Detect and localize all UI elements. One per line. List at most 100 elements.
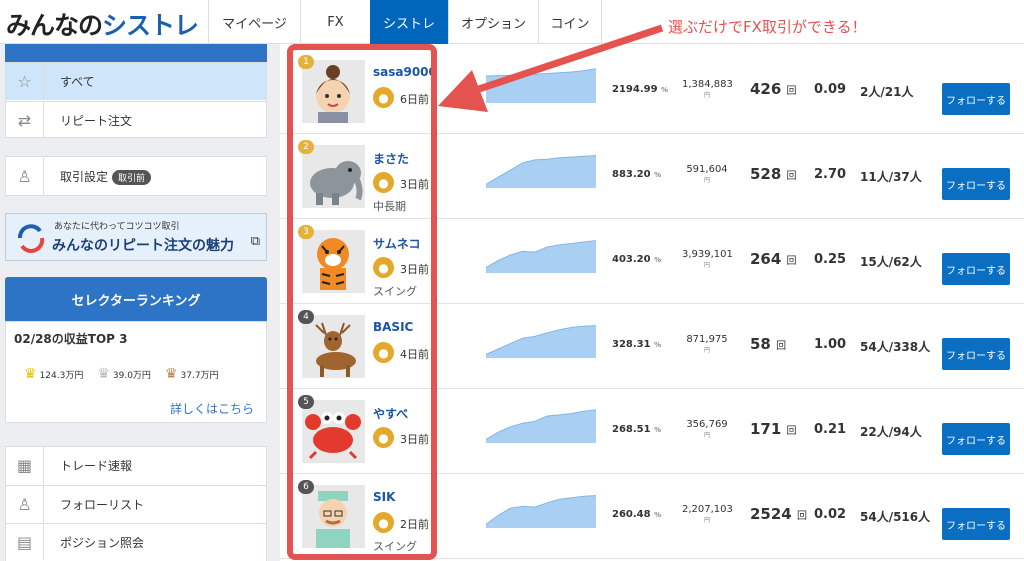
profit-rate: 268.51 % (612, 424, 661, 435)
profit-amount-unit: 円 (703, 92, 710, 99)
profit-rate-value: 268.51 (612, 424, 651, 435)
trade-count-value: 171 (750, 420, 782, 438)
person-icon: ♙ (6, 158, 44, 195)
profit-amount-value: 871,975 (686, 334, 728, 345)
profit-amount-unit: 円 (703, 177, 710, 184)
crown-amount: 124.3万円 (39, 371, 84, 381)
profit-amount: 871,975 円 (682, 334, 732, 354)
follower-count: 15人/62人 (860, 255, 922, 269)
trade-count: 171 回 (750, 420, 797, 438)
trade-count: 2524 回 (750, 505, 807, 523)
trade-count: 58 回 (750, 335, 786, 353)
ranking-panel: 02/28の収益TOP 3 ♛ 124.3万円 ♛ 39.0万円 ♛ 37.7万円 詳… (5, 321, 267, 423)
trade-count: 264 回 (750, 250, 797, 268)
trade-count-value: 528 (750, 165, 782, 183)
rank-badge: 1 (298, 55, 314, 69)
follow-button[interactable]: フォローする (942, 423, 1010, 455)
site-logo[interactable]: みんなのシストレ (6, 6, 199, 42)
follow-button[interactable]: フォローする (942, 508, 1010, 540)
profit-rate-value: 403.20 (612, 254, 651, 265)
tab-fx[interactable]: FX (300, 0, 370, 44)
risk-ratio: 0.02 (814, 507, 847, 522)
profit-rate-unit: % (654, 426, 662, 434)
profit-rate: 260.48 % (612, 509, 661, 520)
person-icon: ♙ (6, 486, 44, 522)
sidebar-item-follow-list[interactable]: ♙ フォローリスト (6, 485, 266, 522)
profit-rate-unit: % (654, 341, 662, 349)
banner-title: みんなのリピート注文の魅力 (52, 238, 234, 254)
sidebar-item-label: ポジション照会 (60, 535, 145, 550)
sidebar-item-label: すべて (60, 75, 95, 89)
sidebar-item-position[interactable]: ▤ ポジション照会 (6, 523, 266, 560)
profit-rate: 883.20 % (612, 169, 661, 180)
profit-sparkline (485, 237, 597, 273)
ranking-more-link[interactable]: 詳しくはこちら (170, 400, 254, 417)
profit-amount-value: 2,207,103 (682, 504, 733, 515)
settings-label: 取引設定 (60, 170, 109, 184)
follow-button[interactable]: フォローする (942, 168, 1010, 200)
risk-ratio: 1.00 (814, 337, 847, 352)
follower-count: 11人/37人 (860, 170, 922, 184)
ranking-subtitle: 02/28の収益TOP 3 (14, 332, 128, 346)
sidebar-menu-tools: ▦ トレード速報 ♙ フォローリスト ▤ ポジション照会 (5, 446, 267, 561)
profit-amount-unit: 円 (703, 432, 710, 439)
profit-rate-value: 883.20 (612, 169, 651, 180)
follow-button[interactable]: フォローする (942, 338, 1010, 370)
trade-count-value: 2524 (750, 505, 792, 523)
profit-rate-unit: % (654, 171, 662, 179)
sidebar-item-settings[interactable]: ♙ 取引設定 取引前 (5, 156, 267, 196)
crown-icon: ♛ (164, 366, 178, 382)
trade-count-unit: 回 (776, 341, 787, 352)
star-icon: ☆ (6, 63, 44, 100)
risk-ratio: 2.70 (814, 167, 847, 182)
risk-ratio: 0.21 (814, 422, 847, 437)
crown-bronze: ♛ 37.7万円 (165, 366, 219, 382)
rank-badge: 4 (298, 310, 314, 324)
refresh-logo-icon (18, 224, 45, 253)
crown-amount: 39.0万円 (112, 371, 151, 381)
trade-count-unit: 回 (786, 426, 797, 437)
sidebar-item-trade-news[interactable]: ▦ トレード速報 (6, 447, 266, 484)
repeat-order-banner[interactable]: あなたに代わってコツコツ取引 みんなのリピート注文の魅力 ⧉ (5, 213, 267, 261)
profit-sparkline (485, 407, 597, 443)
risk-ratio: 0.09 (814, 82, 847, 97)
trade-count-unit: 回 (786, 86, 797, 97)
logo-text: みんなの (6, 11, 103, 40)
sidebar-item-repeat[interactable]: ⇄ リピート注文 (6, 101, 266, 138)
annotation-text: 選ぶだけでFX取引ができる！ (668, 18, 867, 36)
trade-count-value: 426 (750, 80, 782, 98)
profit-amount: 1,384,883 円 (682, 79, 733, 99)
follower-count: 54人/516人 (860, 510, 931, 524)
profit-rate-unit: % (654, 256, 662, 264)
profit-rate-value: 260.48 (612, 509, 651, 520)
trade-count: 426 回 (750, 80, 797, 98)
profit-amount-value: 356,769 (686, 419, 728, 430)
crown-gold: ♛ 124.3万円 (24, 366, 83, 382)
crown-amount: 37.7万円 (180, 371, 219, 381)
book-icon: ▤ (6, 524, 44, 560)
profit-amount: 591,604 円 (682, 164, 732, 184)
ranking-header: セレクターランキング (5, 277, 267, 321)
profit-amount-value: 591,604 (686, 164, 728, 175)
trade-count-unit: 回 (786, 171, 797, 182)
sidebar-item-all[interactable]: ☆ すべて (6, 63, 266, 100)
profit-rate: 403.20 % (612, 254, 661, 265)
profit-amount-unit: 円 (703, 517, 710, 524)
profit-amount-value: 1,384,883 (682, 79, 733, 90)
follow-button[interactable]: フォローする (942, 253, 1010, 285)
banner-caption: あなたに代わってコツコツ取引 (54, 222, 180, 232)
external-link-icon: ⧉ (250, 234, 260, 249)
rank-badge: 3 (298, 225, 314, 239)
follower-count: 2人/21人 (860, 85, 914, 99)
follow-button[interactable]: フォローする (942, 83, 1010, 115)
rank-badge: 5 (298, 395, 314, 409)
risk-ratio: 0.25 (814, 252, 847, 267)
profit-amount: 2,207,103 円 (682, 504, 733, 524)
sidebar-item-label: トレード速報 (60, 459, 133, 473)
settings-row: ♙ 取引設定 取引前 (6, 158, 266, 195)
profit-sparkline (485, 322, 597, 358)
status-badge: 取引前 (112, 170, 152, 185)
trade-count-unit: 回 (796, 511, 807, 522)
grid-icon: ▦ (6, 447, 44, 484)
tab-mypage[interactable]: マイページ (208, 0, 300, 44)
